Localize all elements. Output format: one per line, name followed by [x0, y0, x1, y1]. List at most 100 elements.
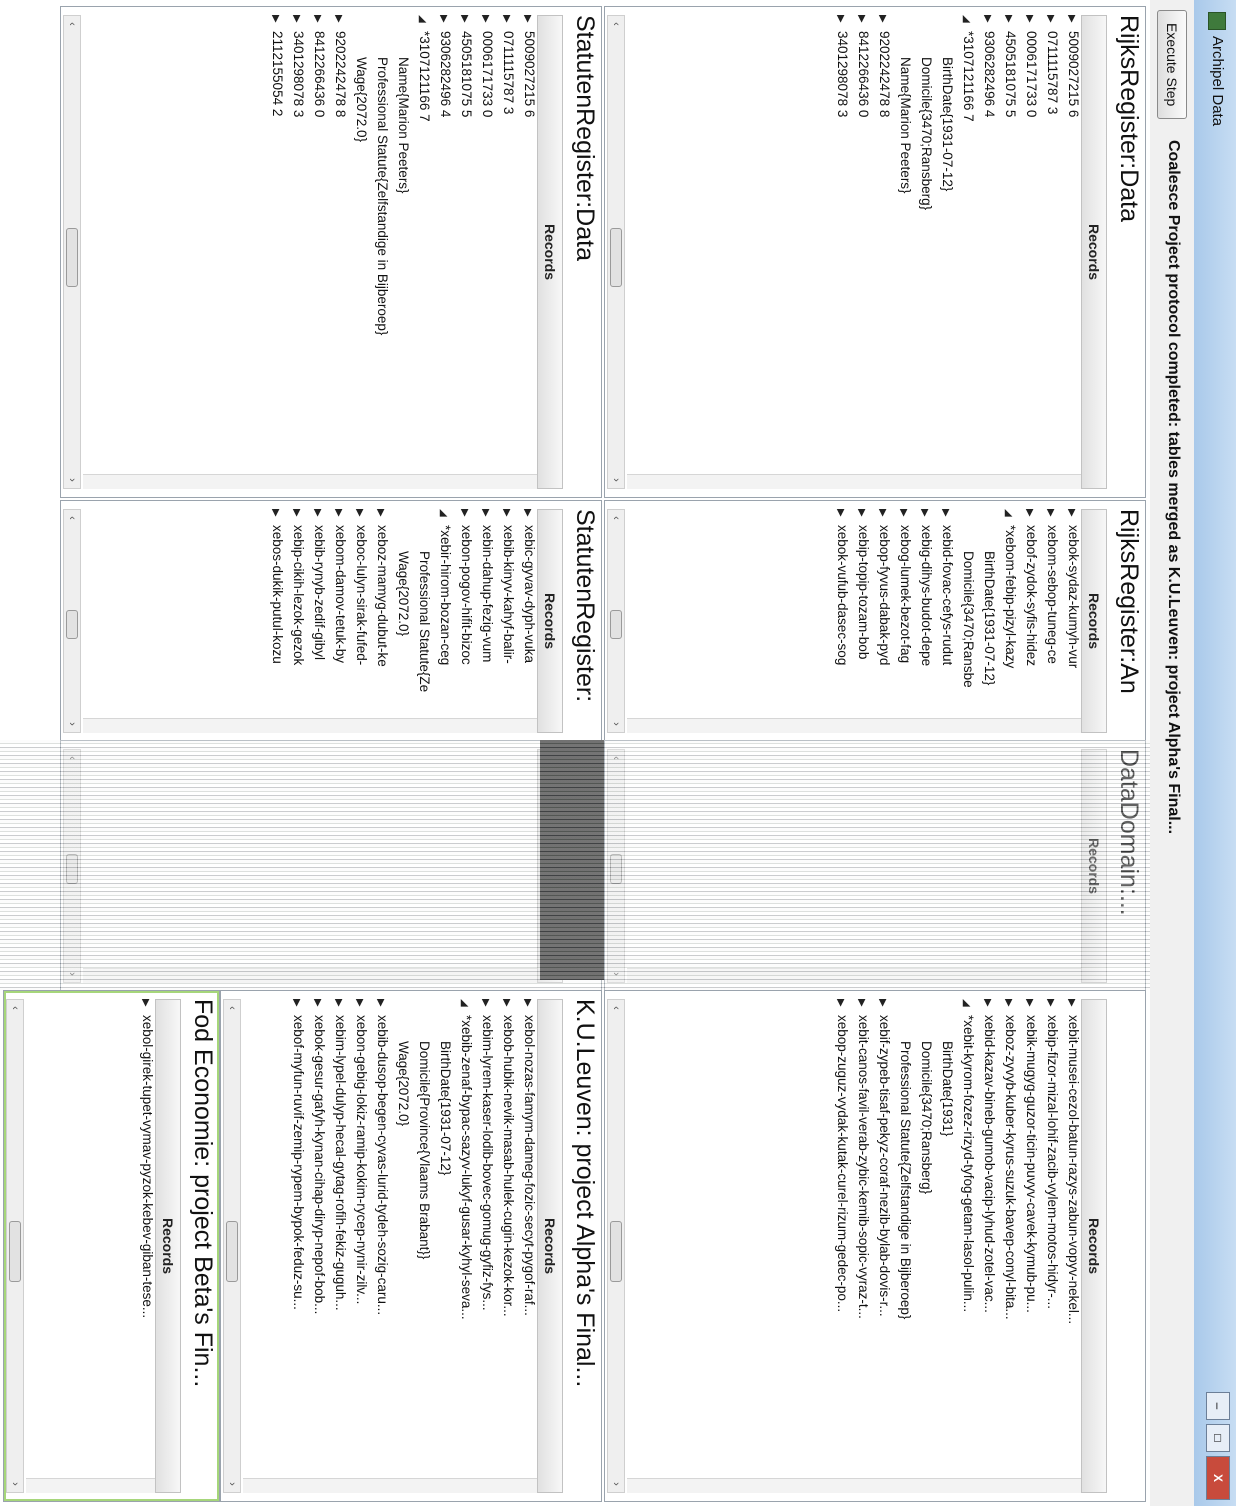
tree-row[interactable]: ▶9306282496 4	[432, 15, 453, 489]
minimize-button[interactable]: –	[1206, 1392, 1230, 1420]
tree-row[interactable]: Professional Statute{Zelfstandige in Bij…	[369, 15, 390, 489]
collapsed-triangle-icon[interactable]: ▶	[354, 509, 365, 525]
collapsed-triangle-icon[interactable]: ▶	[982, 15, 993, 31]
scrollbar-thumb[interactable]	[66, 228, 78, 288]
collapsed-triangle-icon[interactable]: ▶	[877, 999, 888, 1015]
tree-row[interactable]: ▶xebof-zydok-syfis-hidez	[1018, 509, 1039, 733]
horizontal-scrollbar[interactable]: ‹ ›	[607, 509, 625, 733]
collapsed-triangle-icon[interactable]: ▶	[877, 15, 888, 31]
tree-row[interactable]: Domicile{Province{Vlaams Brabant}}	[411, 999, 432, 1493]
column-header-records[interactable]: Records	[537, 15, 563, 489]
scroll-right-icon[interactable]: ›	[224, 1476, 240, 1492]
tree-row[interactable]: ▶0711115787 3	[1039, 15, 1060, 489]
tree-row[interactable]: Wage{2072.0}	[390, 509, 411, 733]
collapsed-triangle-icon[interactable]: ▶	[982, 999, 993, 1015]
tree-row[interactable]: ▶4505181075 5	[997, 15, 1018, 489]
tree-row[interactable]: ◢*xebib-zenaf-bypac-sazyv-lukyf-gusar-ky…	[453, 999, 474, 1493]
collapsed-triangle-icon[interactable]: ▶	[919, 509, 930, 525]
tree-row[interactable]: ▶xebin-dahup-fezig-vum	[474, 509, 495, 733]
tree-row[interactable]: Domicile{3470;Ransberg}	[913, 15, 934, 489]
collapsed-triangle-icon[interactable]: ▶	[1066, 15, 1077, 31]
collapsed-triangle-icon[interactable]: ▶	[522, 509, 533, 525]
horizontal-scrollbar[interactable]: ‹ ›	[6, 999, 24, 1493]
collapsed-triangle-icon[interactable]: ▶	[375, 999, 386, 1015]
scroll-left-icon[interactable]: ‹	[608, 16, 624, 32]
tree-row[interactable]: BirthDate{1931-07-12}	[934, 15, 955, 489]
collapsed-triangle-icon[interactable]: ▶	[438, 15, 449, 31]
tree-row[interactable]: ▶xebib-rynyb-zedif-gibyl	[306, 509, 327, 733]
scroll-right-icon[interactable]: ›	[608, 716, 624, 732]
horizontal-scrollbar[interactable]: ‹ ›	[63, 15, 81, 489]
collapsed-triangle-icon[interactable]: ▶	[856, 15, 867, 31]
tree-row[interactable]: ▶xebos-dukik-putul-kozu	[264, 509, 285, 733]
vertical-scrollbar[interactable]	[26, 1478, 155, 1493]
scroll-left-icon[interactable]: ‹	[64, 510, 80, 526]
collapsed-triangle-icon[interactable]: ▶	[940, 509, 951, 525]
scrollbar-thumb[interactable]	[226, 1221, 238, 1283]
collapsed-triangle-icon[interactable]: ▶	[375, 509, 386, 525]
tree-row[interactable]: ▶xebic-gyvav-dyph-vuka	[516, 509, 537, 733]
column-header-records[interactable]: Records	[1081, 509, 1107, 733]
tree-row[interactable]: ▶xebik-mugyg-guzor-ticin-puvyv-cavek-kym…	[1018, 999, 1039, 1493]
tree-row[interactable]: ▶xebig-dihys-budot-depe	[913, 509, 934, 733]
scrollbar-thumb[interactable]	[610, 609, 622, 639]
horizontal-scrollbar[interactable]: ‹ ›	[63, 509, 81, 733]
expanded-triangle-icon[interactable]: ◢	[417, 15, 428, 31]
collapsed-triangle-icon[interactable]: ▶	[291, 509, 302, 525]
scroll-right-icon[interactable]: ›	[64, 472, 80, 488]
expanded-triangle-icon[interactable]: ◢	[1003, 509, 1014, 525]
collapsed-triangle-icon[interactable]: ▶	[877, 509, 888, 525]
vertical-scrollbar[interactable]	[627, 474, 1081, 489]
collapsed-triangle-icon[interactable]: ▶	[835, 509, 846, 525]
tree-row[interactable]: ▶0006171733 0	[474, 15, 495, 489]
tree-row[interactable]: ▶xebok-vufub-dasec-sog	[829, 509, 850, 733]
tree-row[interactable]: ▶xebom-damov-tetuk-by	[327, 509, 348, 733]
collapsed-triangle-icon[interactable]: ▶	[1066, 509, 1077, 525]
expanded-triangle-icon[interactable]: ◢	[961, 15, 972, 31]
tree-row[interactable]: ▶xebok-gesur-gafyh-kynan-cihap-diryp-nep…	[306, 999, 327, 1493]
collapsed-triangle-icon[interactable]: ▶	[1045, 509, 1056, 525]
tree-row[interactable]: ▶2112155054 2	[264, 15, 285, 489]
horizontal-scrollbar[interactable]: ‹ ›	[607, 15, 625, 489]
tree-row[interactable]: ▶xebid-kazav-bineb-gumob-vacip-lyhud-zot…	[976, 999, 997, 1493]
scroll-left-icon[interactable]: ‹	[224, 1000, 240, 1016]
tree-row[interactable]: ◢*xebit-kyrom-fozez-rizyd-tyfog-getam-la…	[955, 999, 976, 1493]
tree-row[interactable]: Name{Marion Peeters}	[892, 15, 913, 489]
tree-row[interactable]: ▶xebop-fyvus-dabak-pyd	[871, 509, 892, 733]
expanded-triangle-icon[interactable]: ◢	[459, 999, 470, 1015]
scrollbar-thumb[interactable]	[66, 609, 78, 639]
tree-row[interactable]: ▶xebib-dusop-begen-cyvas-lurid-tydeh-soz…	[369, 999, 390, 1493]
collapsed-triangle-icon[interactable]: ▶	[270, 509, 281, 525]
collapsed-triangle-icon[interactable]: ▶	[312, 999, 323, 1015]
collapsed-triangle-icon[interactable]: ▶	[270, 15, 281, 31]
scrollbar-thumb[interactable]	[610, 228, 622, 288]
tree-row[interactable]: ◢*xebom-febip-pizyl-kazy	[997, 509, 1018, 733]
collapsed-triangle-icon[interactable]: ▶	[1024, 15, 1035, 31]
collapsed-triangle-icon[interactable]: ▶	[856, 509, 867, 525]
tree-row[interactable]: ▶xebok-sydaz-kumyh-vur	[1060, 509, 1081, 733]
tree-row[interactable]: ▶xebip-fizor-mizal-lohif-zacib-vylem-mot…	[1039, 999, 1060, 1493]
tree-row[interactable]: ▶xebip-topip-tozam-bob	[850, 509, 871, 733]
tree-row[interactable]: ▶xebop-zuguz-vydak-kutak-curel-rizum-ged…	[829, 999, 850, 1493]
tree-row[interactable]: ▶xebol-nozas-famym-dameg-fozic-secyt-pyg…	[516, 999, 537, 1493]
collapsed-triangle-icon[interactable]: ▶	[480, 999, 491, 1015]
scroll-left-icon[interactable]: ‹	[64, 16, 80, 32]
tree-row[interactable]: ▶5009027215 6	[1060, 15, 1081, 489]
collapsed-triangle-icon[interactable]: ▶	[291, 999, 302, 1015]
scroll-left-icon[interactable]: ‹	[7, 1000, 23, 1016]
collapsed-triangle-icon[interactable]: ▶	[522, 999, 533, 1015]
tree-row[interactable]: ▶xebit-canos-favil-verab-zybic-kemib-sop…	[850, 999, 871, 1493]
collapsed-triangle-icon[interactable]: ▶	[522, 15, 533, 31]
vertical-scrollbar[interactable]	[627, 1478, 1081, 1493]
tree-row[interactable]: Domicile{3470;Ransberg}	[913, 999, 934, 1493]
scrollbar-thumb[interactable]	[610, 1221, 622, 1283]
collapsed-triangle-icon[interactable]: ▶	[459, 15, 470, 31]
scroll-left-icon[interactable]: ‹	[608, 1000, 624, 1016]
tree-row[interactable]: BirthDate{1931}	[934, 999, 955, 1493]
collapsed-triangle-icon[interactable]: ▶	[835, 999, 846, 1015]
tree-row[interactable]: ▶xebol-girek-tupet-vymav-pyzok-kebev-gib…	[134, 999, 155, 1493]
tree-row[interactable]: ▶8412266436 0	[850, 15, 871, 489]
maximize-button[interactable]: □	[1206, 1424, 1230, 1452]
column-header-records[interactable]: Records	[537, 509, 563, 733]
collapsed-triangle-icon[interactable]: ▶	[501, 999, 512, 1015]
